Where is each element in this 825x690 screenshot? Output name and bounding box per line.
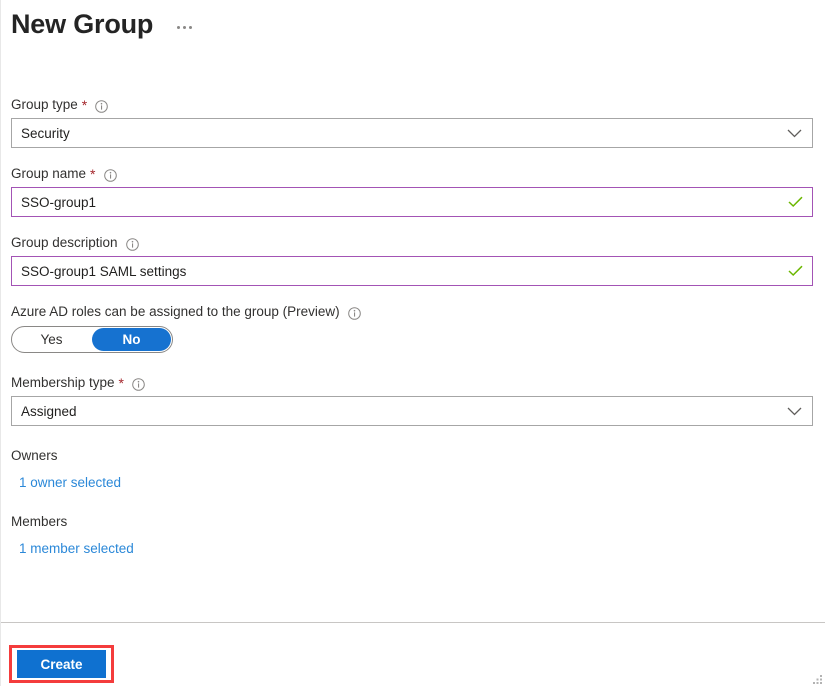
info-icon[interactable] bbox=[103, 168, 117, 182]
group-type-select-wrap bbox=[11, 118, 813, 148]
azure-ad-roles-label: Azure AD roles can be assigned to the gr… bbox=[11, 304, 340, 319]
group-description-label-row: Group description bbox=[11, 234, 816, 252]
section-owners: Owners 1 owner selected bbox=[1, 447, 825, 492]
valid-check-icon bbox=[788, 256, 803, 286]
membership-type-label: Membership type bbox=[11, 375, 115, 390]
group-description-input[interactable] bbox=[11, 256, 813, 286]
group-type-select[interactable] bbox=[11, 118, 813, 148]
members-label: Members bbox=[11, 514, 68, 529]
required-asterisk: * bbox=[118, 375, 124, 391]
ellipsis-dot bbox=[189, 25, 193, 29]
section-members: Members 1 member selected bbox=[1, 513, 825, 558]
group-name-input[interactable] bbox=[11, 187, 813, 217]
required-asterisk: * bbox=[90, 166, 96, 182]
owners-selected-link[interactable]: 1 owner selected bbox=[19, 474, 121, 492]
info-icon[interactable] bbox=[347, 306, 361, 320]
azure-ad-roles-label-row: Azure AD roles can be assigned to the gr… bbox=[11, 303, 816, 321]
group-name-input-wrap bbox=[11, 187, 813, 217]
group-description-label: Group description bbox=[11, 235, 118, 250]
valid-check-icon bbox=[788, 187, 803, 217]
info-icon[interactable] bbox=[132, 377, 145, 391]
field-group-type: Group type * bbox=[1, 96, 825, 148]
required-asterisk: * bbox=[81, 97, 88, 113]
membership-type-select-wrap bbox=[11, 396, 813, 426]
group-description-input-wrap bbox=[11, 256, 813, 286]
new-group-form: Group type * Security Group name * SSO-g… bbox=[1, 96, 825, 558]
owners-label: Owners bbox=[11, 448, 58, 463]
panel-header: New Group bbox=[11, 4, 194, 44]
ellipsis-dot bbox=[183, 25, 187, 29]
page-title: New Group bbox=[11, 9, 154, 39]
members-selected-link[interactable]: 1 member selected bbox=[19, 540, 134, 558]
new-group-panel: New Group Group type * Security Group na… bbox=[0, 0, 825, 686]
field-membership-type: Membership type * bbox=[1, 374, 825, 426]
azure-ad-roles-toggle[interactable]: Yes No bbox=[11, 326, 173, 353]
ellipsis-dot bbox=[177, 25, 181, 29]
group-name-label: Group name bbox=[11, 166, 87, 181]
group-type-label: Group type bbox=[11, 97, 78, 112]
group-name-label-row: Group name * bbox=[11, 165, 816, 183]
info-icon[interactable] bbox=[95, 99, 109, 113]
resize-grip-icon[interactable] bbox=[811, 672, 823, 684]
membership-type-select[interactable] bbox=[11, 396, 813, 426]
toggle-option-no[interactable]: No bbox=[92, 328, 171, 351]
toggle-option-yes[interactable]: Yes bbox=[12, 327, 91, 352]
membership-type-label-row: Membership type * bbox=[11, 374, 816, 392]
field-group-description: Group description bbox=[1, 234, 825, 286]
field-azure-ad-roles: Azure AD roles can be assigned to the gr… bbox=[1, 303, 825, 353]
create-button[interactable]: Create bbox=[17, 650, 106, 678]
footer-divider bbox=[1, 622, 825, 623]
more-options-icon[interactable] bbox=[175, 22, 194, 33]
info-icon[interactable] bbox=[125, 237, 139, 251]
group-type-label-row: Group type * bbox=[11, 96, 816, 114]
field-group-name: Group name * bbox=[1, 165, 825, 217]
